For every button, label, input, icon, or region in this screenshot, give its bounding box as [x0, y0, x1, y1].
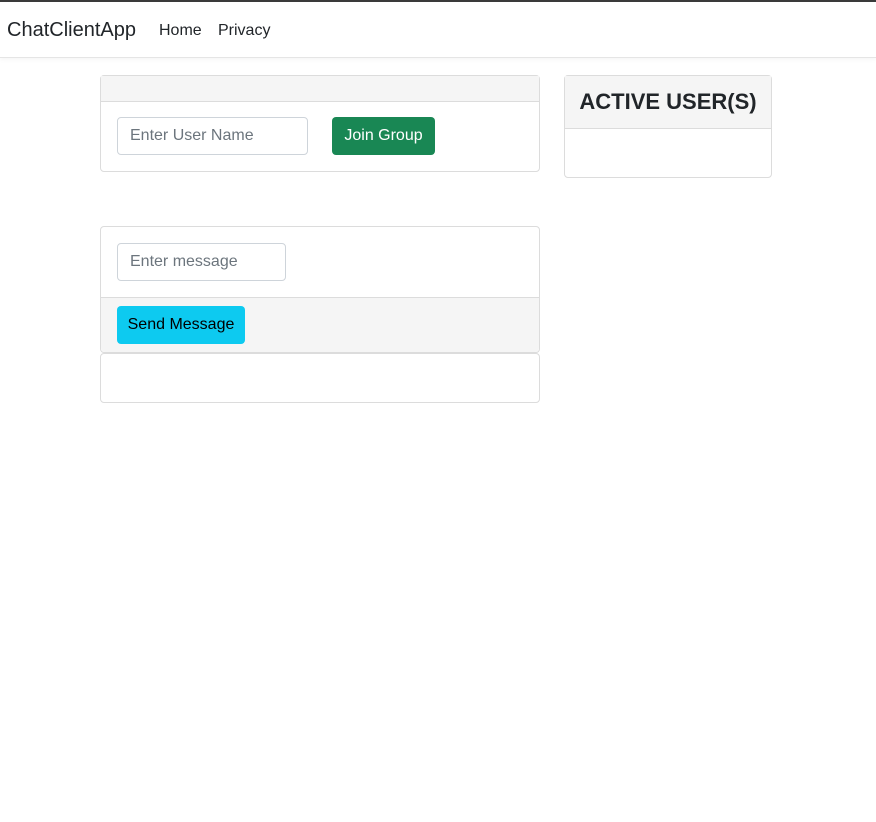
nav-link-privacy[interactable]: Privacy: [218, 22, 270, 40]
join-group-button[interactable]: Join Group: [332, 117, 435, 155]
navbar-brand[interactable]: ChatClientApp: [7, 19, 136, 42]
send-message-button[interactable]: Send Message: [117, 306, 245, 344]
join-group-card-header: [101, 76, 539, 102]
active-users-list: [565, 129, 771, 177]
message-input[interactable]: [117, 243, 286, 281]
active-users-header: ACTIVE USER(S): [565, 76, 771, 129]
message-card-footer: Send Message: [101, 297, 539, 352]
message-card: Send Message: [100, 226, 540, 353]
nav-link-home[interactable]: Home: [159, 22, 202, 40]
messages-list: [100, 353, 540, 403]
username-input[interactable]: [117, 117, 308, 155]
navbar: ChatClientApp Home Privacy: [0, 2, 876, 58]
active-users-title: ACTIVE USER(S): [579, 89, 757, 114]
active-users-card: ACTIVE USER(S): [564, 75, 772, 178]
join-group-card: Join Group: [100, 75, 540, 172]
